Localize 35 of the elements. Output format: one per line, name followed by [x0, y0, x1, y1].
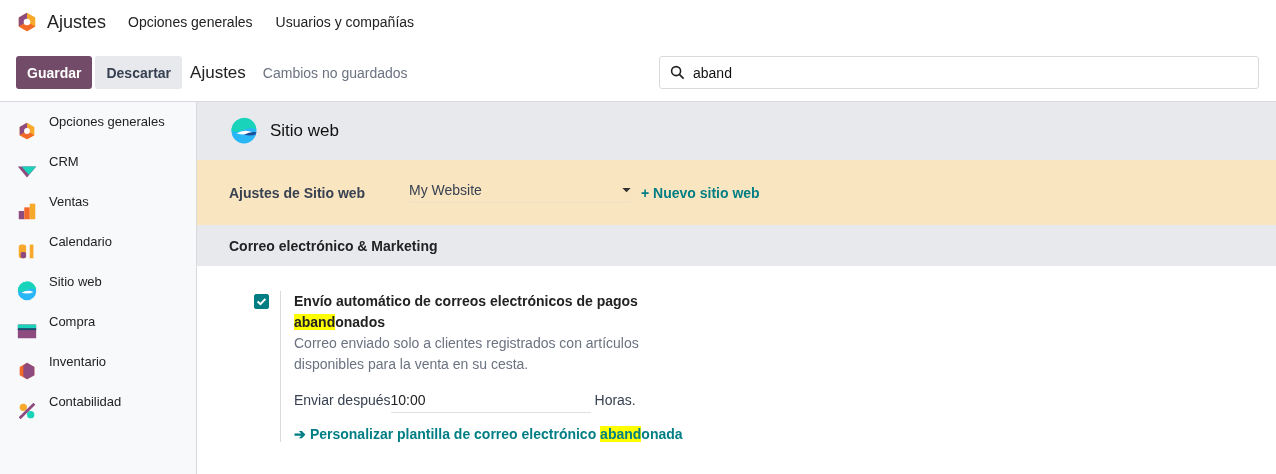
sidebar-item[interactable]: Inventario [0, 354, 196, 394]
setting-description: Correo enviado solo a clientes registrados con artículos disponibles para la venta en su cesta. [294, 334, 640, 374]
menu-item[interactable]: Usuarios y compañías [275, 14, 415, 30]
website-select[interactable]: My Website [409, 182, 631, 203]
delay-input[interactable]: 10:00 [390, 392, 591, 413]
unit-label: Horas. [594, 392, 636, 408]
sidebar-item[interactable]: Contabilidad [0, 394, 196, 434]
menu-item[interactable]: Opciones generales [128, 14, 253, 30]
app-title: Sitio web [270, 121, 339, 141]
search-icon [670, 65, 685, 80]
discard-button[interactable]: Descartar [95, 56, 183, 89]
field-label: Enviar después [294, 392, 391, 408]
sidebar-item[interactable]: Ventas [0, 194, 196, 234]
template-link[interactable]: ➔ Personalizar plantilla de correo electrónico abandonada [294, 426, 694, 442]
sidebar-item[interactable]: CRM [0, 154, 196, 194]
sidebar-item[interactable]: Compra [0, 314, 196, 354]
sidebar-item[interactable]: Calendario [0, 234, 196, 274]
field-label: Ajustes de Sitio web [229, 184, 367, 201]
save-button[interactable]: Guardar [16, 56, 93, 89]
globe-icon [229, 116, 259, 146]
logo-icon[interactable] [16, 11, 38, 33]
globe-icon [16, 280, 38, 302]
new-website-link[interactable]: + Nuevo sitio web [641, 184, 760, 201]
caret-icon [622, 187, 631, 193]
unsaved-status: Cambios no guardados [262, 64, 408, 81]
sidebar-item[interactable]: Sitio web [0, 274, 196, 314]
section-title: Correo electrónico & Marketing [229, 237, 438, 254]
sidebar-item[interactable]: Opciones generales [0, 114, 196, 154]
check-icon [255, 295, 268, 308]
breadcrumb: Ajustes [190, 62, 246, 83]
checkbox[interactable] [254, 294, 269, 309]
app-title: Ajustes [47, 11, 107, 33]
setting-title: Envío automático de correos electrónicos de pagos abandonados [294, 292, 639, 332]
search-field[interactable]: aband [659, 56, 1259, 89]
percent-icon [16, 400, 38, 422]
